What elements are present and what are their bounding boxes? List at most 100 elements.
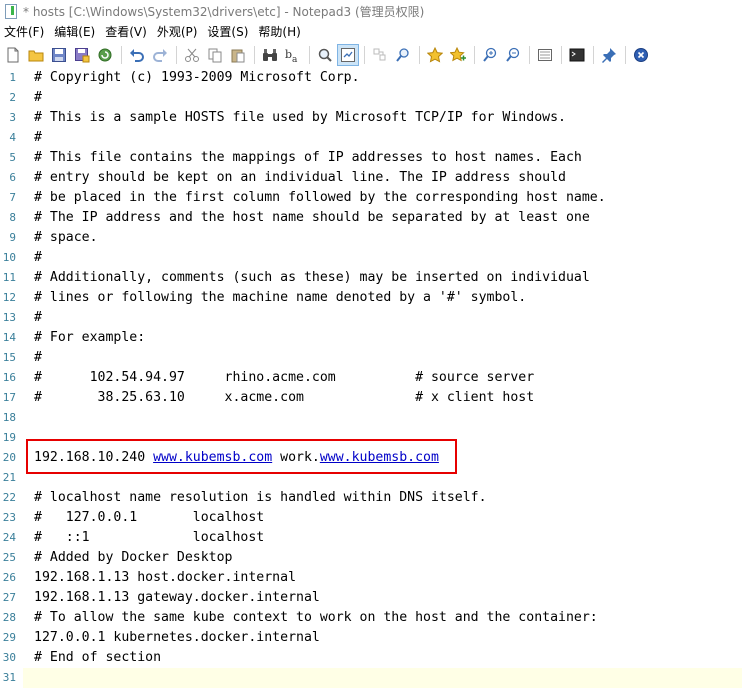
editor-line[interactable]: 28 # To allow the same kube context to wo… bbox=[0, 608, 742, 628]
line-text[interactable]: # For example: bbox=[34, 328, 145, 348]
text-segment: # For example: bbox=[34, 330, 146, 345]
editor-line[interactable]: 29 127.0.0.1 kubernetes.docker.internal bbox=[0, 628, 742, 648]
zoom-in-icon[interactable] bbox=[479, 44, 501, 66]
line-text[interactable]: # Additionally, comments (such as these)… bbox=[34, 268, 590, 288]
editor-line[interactable]: 3 # This is a sample HOSTS file used by M… bbox=[0, 108, 742, 128]
editor-line[interactable]: 12 # lines or following the machine name … bbox=[0, 288, 742, 308]
editor-line[interactable]: 15 # bbox=[0, 348, 742, 368]
line-text[interactable]: # bbox=[34, 308, 42, 328]
editor-line[interactable]: 2 # bbox=[0, 88, 742, 108]
menu-file[interactable]: 文件(F) bbox=[0, 22, 49, 42]
line-number: 19 bbox=[2, 431, 16, 444]
text-segment: 192.168.1.13 gateway.docker.internal bbox=[34, 590, 320, 605]
line-number: 3 bbox=[9, 111, 16, 124]
line-text[interactable]: # localhost name resolution is handled w… bbox=[34, 488, 487, 508]
editor-line[interactable]: 14 # For example: bbox=[0, 328, 742, 348]
line-text[interactable]: # This is a sample HOSTS file used by Mi… bbox=[34, 108, 566, 128]
redo-icon[interactable] bbox=[149, 44, 171, 66]
line-text[interactable]: # End of section bbox=[34, 648, 161, 668]
line-text[interactable]: 192.168.1.13 gateway.docker.internal bbox=[34, 588, 320, 608]
editor-line[interactable]: 13 # bbox=[0, 308, 742, 328]
line-text[interactable]: # be placed in the first column followed… bbox=[34, 188, 606, 208]
text-segment: # End of section bbox=[34, 650, 162, 665]
editor-line[interactable]: 26 192.168.1.13 host.docker.internal bbox=[0, 568, 742, 588]
editor-line[interactable]: 22 # localhost name resolution is handled… bbox=[0, 488, 742, 508]
word-wrap-icon[interactable] bbox=[337, 44, 359, 66]
replace-icon[interactable]: ba bbox=[282, 44, 304, 66]
window-title: * hosts [C:\Windows\System32\drivers\etc… bbox=[23, 4, 425, 19]
editor-line[interactable]: 16 # 102.54.94.97 rhino.acme.com # source… bbox=[0, 368, 742, 388]
line-text[interactable]: # bbox=[34, 128, 42, 148]
line-number: 8 bbox=[9, 211, 16, 224]
menu-help[interactable]: 帮助(H) bbox=[253, 22, 305, 42]
reload-icon[interactable] bbox=[94, 44, 116, 66]
save-icon[interactable] bbox=[48, 44, 70, 66]
editor-line[interactable]: 7 # be placed in the first column followe… bbox=[0, 188, 742, 208]
editor-line[interactable]: 8 # The IP address and the host name shou… bbox=[0, 208, 742, 228]
editor-line[interactable]: 6 # entry should be kept on an individual… bbox=[0, 168, 742, 188]
toggle-view-icon[interactable] bbox=[369, 44, 391, 66]
editor-line[interactable]: 23 # 127.0.0.1 localhost bbox=[0, 508, 742, 528]
terminal-icon[interactable] bbox=[566, 44, 588, 66]
open-folder-icon[interactable] bbox=[25, 44, 47, 66]
line-number: 28 bbox=[2, 611, 16, 624]
add-favorite-icon[interactable] bbox=[447, 44, 469, 66]
line-text[interactable]: # Copyright (c) 1993-2009 Microsoft Corp… bbox=[34, 68, 360, 88]
editor-line[interactable]: 30 # End of section bbox=[0, 648, 742, 668]
paste-icon[interactable] bbox=[227, 44, 249, 66]
line-text[interactable]: 192.168.1.13 host.docker.internal bbox=[34, 568, 296, 588]
line-text[interactable]: # bbox=[34, 88, 42, 108]
line-text[interactable]: # The IP address and the host name shoul… bbox=[34, 208, 590, 228]
editor-line[interactable]: 31 bbox=[0, 668, 742, 688]
favorites-icon[interactable] bbox=[424, 44, 446, 66]
undo-icon[interactable] bbox=[126, 44, 148, 66]
text-segment: # This file contains the mappings of IP … bbox=[34, 150, 582, 165]
editor[interactable]: 1 # Copyright (c) 1993-2009 Microsoft Cor… bbox=[0, 68, 742, 688]
pin-icon[interactable] bbox=[598, 44, 620, 66]
menu-edit[interactable]: 编辑(E) bbox=[49, 22, 100, 42]
editor-line[interactable]: 17 # 38.25.63.10 x.acme.com # x client ho… bbox=[0, 388, 742, 408]
line-text[interactable]: # bbox=[34, 248, 42, 268]
editor-line[interactable]: 5 # This file contains the mappings of IP… bbox=[0, 148, 742, 168]
editor-line[interactable]: 27 192.168.1.13 gateway.docker.internal bbox=[0, 588, 742, 608]
line-text[interactable]: # Added by Docker Desktop bbox=[34, 548, 233, 568]
line-text[interactable]: # bbox=[34, 348, 42, 368]
find-icon[interactable] bbox=[259, 44, 281, 66]
line-text[interactable]: # lines or following the machine name de… bbox=[34, 288, 526, 308]
title-bar[interactable]: * hosts [C:\Windows\System32\drivers\etc… bbox=[0, 0, 742, 22]
editor-line[interactable]: 11 # Additionally, comments (such as thes… bbox=[0, 268, 742, 288]
new-file-icon[interactable] bbox=[2, 44, 24, 66]
line-text[interactable]: # ::1 localhost bbox=[34, 528, 264, 548]
line-text[interactable]: # 127.0.0.1 localhost bbox=[34, 508, 264, 528]
cut-icon[interactable] bbox=[181, 44, 203, 66]
line-text[interactable]: # This file contains the mappings of IP … bbox=[34, 148, 582, 168]
editor-line[interactable]: 1 # Copyright (c) 1993-2009 Microsoft Cor… bbox=[0, 68, 742, 88]
editor-line[interactable]: 10 # bbox=[0, 248, 742, 268]
line-text[interactable]: # entry should be kept on an individual … bbox=[34, 168, 566, 188]
close-icon[interactable] bbox=[630, 44, 652, 66]
line-text[interactable]: # space. bbox=[34, 228, 98, 248]
line-number: 14 bbox=[2, 331, 16, 344]
editor-line[interactable]: 18 bbox=[0, 408, 742, 428]
page-setup-icon[interactable] bbox=[534, 44, 556, 66]
menu-view[interactable]: 查看(V) bbox=[100, 22, 152, 42]
line-text[interactable]: # 102.54.94.97 rhino.acme.com # source s… bbox=[34, 368, 534, 388]
zoom-out-icon[interactable] bbox=[502, 44, 524, 66]
line-number: 4 bbox=[9, 131, 16, 144]
line-number: 29 bbox=[2, 631, 16, 644]
copy-icon[interactable] bbox=[204, 44, 226, 66]
zoom-find-icon[interactable] bbox=[314, 44, 336, 66]
menu-appearance[interactable]: 外观(P) bbox=[152, 22, 203, 42]
text-segment: # 102.54.94.97 rhino.acme.com # source s… bbox=[34, 370, 535, 385]
menu-settings[interactable]: 设置(S) bbox=[202, 22, 253, 42]
editor-line[interactable]: 4 # bbox=[0, 128, 742, 148]
editor-line[interactable]: 24 # ::1 localhost bbox=[0, 528, 742, 548]
line-text[interactable]: 127.0.0.1 kubernetes.docker.internal bbox=[34, 628, 320, 648]
editor-line[interactable]: 25 # Added by Docker Desktop bbox=[0, 548, 742, 568]
text-segment: # Copyright (c) 1993-2009 Microsoft Corp… bbox=[34, 70, 360, 85]
editor-line[interactable]: 9 # space. bbox=[0, 228, 742, 248]
line-text[interactable]: # To allow the same kube context to work… bbox=[34, 608, 598, 628]
find-in-files-icon[interactable] bbox=[392, 44, 414, 66]
save-as-icon[interactable] bbox=[71, 44, 93, 66]
line-text[interactable]: # 38.25.63.10 x.acme.com # x client host bbox=[34, 388, 534, 408]
